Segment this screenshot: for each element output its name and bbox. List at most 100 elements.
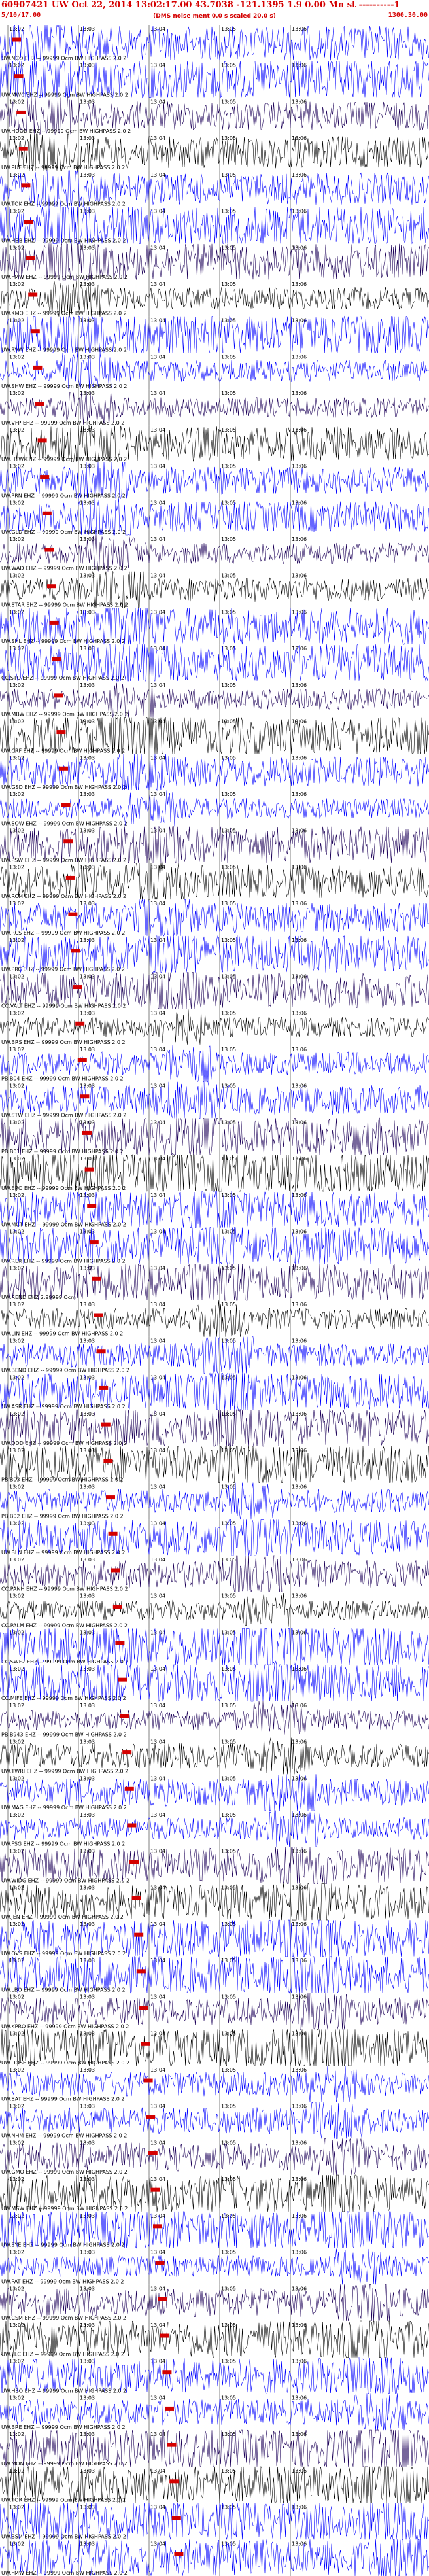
time-tick-label: 13:03	[80, 172, 95, 178]
channel-label: UW.GLD EHZ -- 99999 Ocm BW HIGHPASS 2.0 …	[1, 529, 126, 535]
channel-label: UW.RCM EHZ -- 99999 Ocm BW HIGHPASS 2.0 …	[1, 894, 126, 899]
channel-label: UW.STW EHZ -- 99999 Ocm BW HIGHPASS 2.0 …	[1, 1112, 126, 1118]
time-tick-label: 13:03	[80, 391, 95, 396]
time-tick-label: 13:04	[150, 1265, 165, 1271]
trace-row: 13:02 13:03 13:04 13:05 13:06UW.FSG EHZ -- 9…	[0, 1810, 429, 1847]
time-tick-label: 13:02	[9, 2286, 24, 2291]
phase-pick-marker	[167, 2443, 177, 2447]
time-tick-label: 13:04	[150, 1010, 165, 1016]
trace-row: 13:02 13:03 13:04 13:05 13:06 UW.VFP EHZ -- 9…	[0, 389, 429, 426]
time-tick-label: 13:02	[9, 1557, 24, 1563]
time-tick-label: 13:05	[221, 2395, 236, 2401]
phase-pick-marker	[28, 292, 38, 297]
trace-row: 13:02 13:03 13:04 13:05 13:06UW.MON EHZ -- 9…	[0, 2429, 429, 2467]
trace-row: 13:02 13:03 13:04 13:05 13:06 UW.NHM EHZ -- 9…	[0, 2101, 429, 2139]
time-tick-label: 13:04	[150, 1629, 165, 1635]
time-tick-label: 13:06	[292, 2431, 307, 2437]
time-tick-label: 13:04	[150, 135, 165, 141]
time-tick-label: 13:02	[9, 2030, 24, 2036]
channel-label: UW.WAD EHZ -- 99999 Ocm BW HIGHPASS 2.0 …	[1, 566, 128, 572]
time-tick-label: 13:02	[9, 500, 24, 506]
time-tick-label: 13:05	[221, 828, 236, 834]
time-tick-label: 13:02	[9, 1703, 24, 1709]
channel-label: UW.CSM EHZ -- 99999 Ocm BW HIGHPASS 2.0 …	[1, 2315, 126, 2321]
time-tick-label: 13:05	[221, 682, 236, 688]
phase-pick-marker	[165, 2406, 174, 2411]
time-tick-label: 13:04	[150, 1593, 165, 1599]
time-tick-label: 13:02	[9, 1448, 24, 1453]
time-tick-label: 13:03	[80, 1484, 95, 1490]
time-tick-label: 13:03	[80, 281, 95, 287]
phase-pick-marker	[87, 1204, 97, 1208]
time-tick-label: 13:02	[9, 1083, 24, 1089]
time-tick-label: 13:02	[9, 1010, 24, 1016]
time-tick-label: 13:03	[80, 1994, 95, 2000]
time-tick-label: 13:02	[9, 99, 24, 105]
channel-label: UW.PRC EHZ -- 99999 Ocm BW HIGHPASS 2.0 …	[1, 967, 125, 973]
channel-label: UW.JEN EHZ -- 99999 Ocm BW HIGHPASS 2.0 …	[1, 1914, 124, 1920]
time-tick-label: 13:04	[150, 1557, 165, 1563]
time-tick-label: 13:03	[80, 1520, 95, 1526]
trace-row: 13:02 13:03 13:04 13:05 13:06UW.RVW EHZ -- 9…	[0, 315, 429, 353]
time-tick-label: 13:02	[9, 2213, 24, 2219]
time-tick-label: 13:06	[292, 2395, 307, 2401]
time-tick-label: 13:06	[292, 1666, 307, 1672]
time-tick-label: 13:02	[9, 1593, 24, 1599]
time-tick-label: 13:04	[150, 1921, 165, 1927]
trace-row: 13:02 13:03 13:04 13:05 13:06UW.MAG EHZ -- 9…	[0, 1774, 429, 1811]
trace-row: 13:02 13:03 13:04 13:05 13:06 UW.LIN EHZ -- 9…	[0, 1300, 429, 1337]
time-tick-label: 13:03	[80, 719, 95, 725]
phase-pick-marker	[127, 1823, 137, 1828]
trace-row: 13:02 13:03 13:04 13:05 13:06UW.SAT EHZ -- 9…	[0, 2065, 429, 2102]
time-tick-label: 13:03	[80, 2395, 95, 2401]
phase-pick-marker	[115, 1641, 125, 1645]
time-tick-label: 13:03	[80, 500, 95, 506]
time-tick-label: 13:05	[221, 609, 236, 615]
phase-pick-marker	[143, 2078, 153, 2083]
time-tick-label: 13:04	[150, 1302, 165, 1308]
phase-pick-marker	[84, 1167, 94, 1172]
time-tick-label: 13:02	[9, 1520, 24, 1526]
time-tick-label: 13:03	[80, 1775, 95, 1781]
time-tick-label: 13:03	[80, 1666, 95, 1672]
trace-row: 13:02 13:03 13:04 13:05 13:06UW.REND EHZ 2.9…	[0, 1264, 429, 1301]
time-tick-label: 13:05	[221, 2468, 236, 2474]
time-tick-label: 13:03	[80, 2104, 95, 2110]
channel-label: UW.NCO EHZ -- 99999 Ocm BW HIGHPASS 2.0 …	[1, 56, 126, 61]
channel-label: UW.RVW EHZ -- 99999 Ocm BW HIGHPASS 2.0 …	[1, 347, 127, 353]
time-tick-label: 13:04	[150, 354, 165, 360]
time-tick-label: 13:02	[9, 1302, 24, 1308]
time-tick-label: 13:05	[221, 1229, 236, 1235]
phase-pick-marker	[92, 1276, 101, 1281]
time-tick-label: 13:03	[80, 2140, 95, 2146]
time-tick-label: 13:05	[221, 1703, 236, 1709]
channel-label: UW.SAT EHZ -- 99999 Ocm BW HIGHPASS 2.0 …	[1, 2097, 124, 2102]
time-tick-label: 13:06	[292, 1557, 307, 1563]
channel-label: UW.RER EHZ -- 99999 Ocm BW HIGHPASS 2.0 …	[1, 1258, 126, 1264]
time-tick-label: 13:04	[150, 2250, 165, 2255]
trace-row: 13:02 13:03 13:04 13:05 13:06UW.NCO EHZ -- 9…	[0, 25, 429, 61]
time-tick-label: 13:03	[80, 2431, 95, 2437]
time-tick-label: 13:02	[9, 172, 24, 178]
trace-row: 13:02 13:03 13:04 13:05 13:06UW.KPRO EHZ -- …	[0, 1993, 429, 2030]
time-tick-label: 13:02	[9, 391, 24, 396]
time-tick-label: 13:03	[80, 573, 95, 579]
scale-note: (DMS noise ment 0.0 s scaled 20.0 s)	[153, 13, 276, 20]
time-tick-label: 13:02	[9, 2395, 24, 2401]
time-tick-label: 13:04	[150, 2030, 165, 2036]
time-tick-label: 13:06	[292, 391, 307, 396]
channel-label: CC.PANH EHZ -- 99999 Ocm BW HIGHPASS 2.0…	[1, 1586, 128, 1592]
channel-label: UW.NHM EHZ -- 99999 Ocm BW HIGHPASS 2.0 …	[1, 2132, 127, 2138]
phase-pick-marker	[94, 1313, 103, 1317]
trace-row: 13:02 13:03 13:04 13:05 13:06 UW.SHW EHZ -- 9…	[0, 353, 429, 390]
phase-pick-marker	[12, 37, 21, 42]
time-tick-label: 13:05	[221, 2250, 236, 2255]
phase-pick-marker	[101, 1422, 111, 1427]
time-tick-label: 13:05	[221, 63, 236, 69]
channel-label: UW.MWC EHZ -- 99999 Ocm BW HIGHPASS 2.0 …	[1, 92, 128, 97]
time-tick-label: 13:05	[221, 1921, 236, 1927]
channel-label: UW.BRE EHZ -- 99999 Ocm BW HIGHPASS 2.0 …	[1, 2424, 126, 2430]
time-tick-label: 13:05	[221, 1411, 236, 1417]
time-tick-label: 13:02	[9, 1849, 24, 1854]
trace-row: 13:02 13:03 13:04 13:05 13:06UW.WAD EHZ -- 9…	[0, 534, 429, 572]
